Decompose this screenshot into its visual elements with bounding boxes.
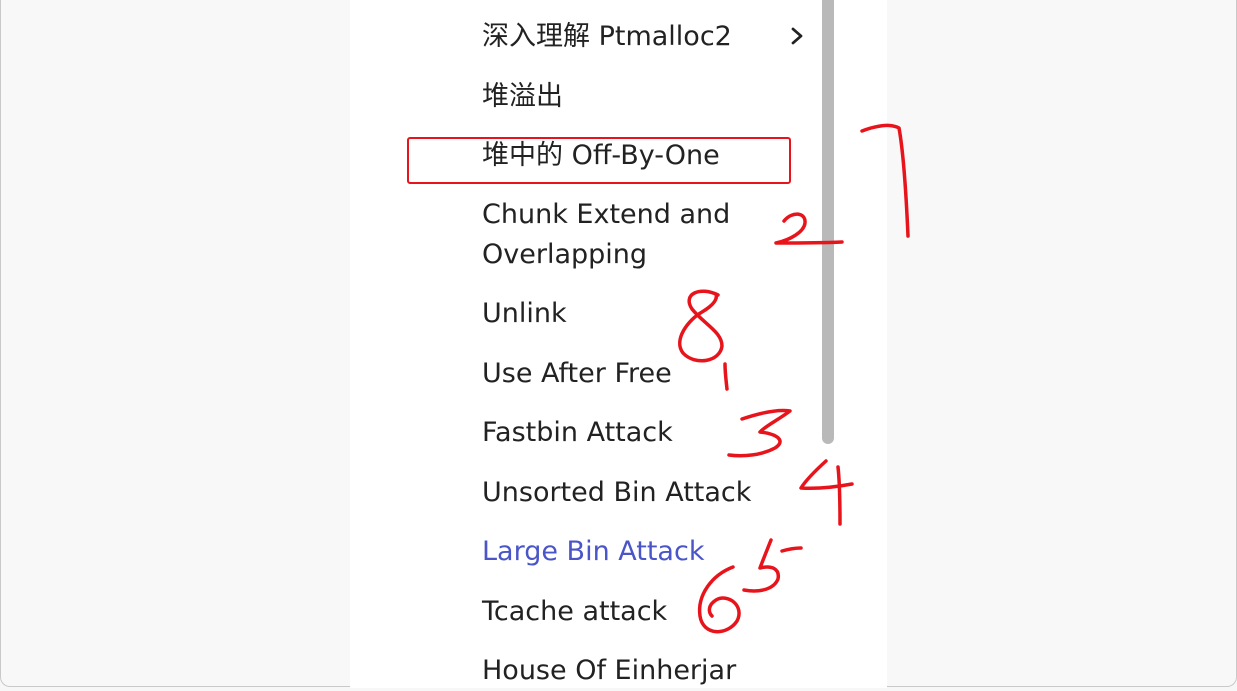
annotation-5 bbox=[742, 538, 803, 593]
annotation-3 bbox=[727, 408, 792, 458]
annotation-4 bbox=[799, 459, 854, 526]
annotation-2 bbox=[774, 212, 844, 245]
annotation-6 bbox=[697, 565, 741, 634]
annotation-1 bbox=[723, 362, 729, 391]
annotation-8 bbox=[678, 289, 724, 363]
handwritten-annotations bbox=[678, 123, 910, 634]
annotation-7 bbox=[860, 123, 910, 238]
